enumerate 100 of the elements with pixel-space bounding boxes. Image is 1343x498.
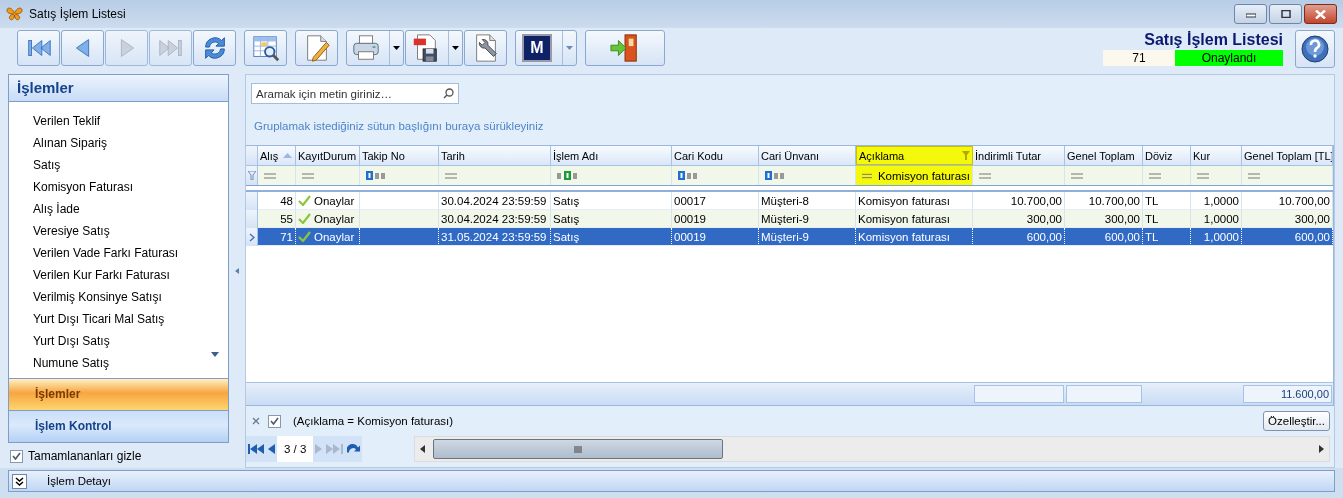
navigation-group-button[interactable]: İşlemler — [9, 378, 229, 410]
table-search-button[interactable] — [244, 30, 287, 66]
sidebar-item[interactable]: Alış İade — [9, 198, 229, 220]
column-header[interactable]: Takip No — [360, 146, 439, 165]
maximize-icon — [1280, 10, 1291, 18]
funnel-icon — [962, 151, 970, 160]
help-icon — [1301, 35, 1329, 63]
text-filter-icon — [557, 171, 579, 180]
previous-button[interactable] — [61, 30, 104, 66]
filter-cell[interactable]: Komisyon faturası — [856, 166, 973, 185]
caret-icon — [393, 46, 400, 50]
scroll-left-icon — [420, 445, 426, 453]
checkbox-label: Tamamlananları gizle — [28, 449, 142, 463]
window-title: Satış İşlem Listesi — [29, 7, 126, 21]
equals-icon — [862, 172, 872, 179]
column-header[interactable]: Tarih — [439, 146, 551, 165]
checkbox[interactable] — [10, 449, 23, 463]
table-row[interactable]: 55 Onaylar 30.04.2024 23:59:59 Satış 00019 Müşteri-9 Komisyon faturası 300,00 300,00 TL 1,0000 300,00 — [246, 210, 1333, 228]
column-header[interactable]: Cari Kodu — [672, 146, 759, 165]
edit-button[interactable] — [295, 30, 338, 66]
close-button[interactable] — [1304, 4, 1337, 24]
close-icon — [252, 417, 260, 425]
sidebar-item[interactable]: Alınan Sipariş — [9, 132, 229, 154]
redo-icon — [347, 444, 361, 454]
table-cell: 600,00 — [973, 228, 1065, 246]
sort-arrow-icon — [283, 153, 293, 158]
equals-icon — [302, 172, 314, 179]
equals-icon — [979, 172, 991, 179]
summary-value: 11.600,00 — [1243, 385, 1332, 403]
scroll-right-icon — [1319, 445, 1324, 453]
sidebar-item[interactable]: Verilmiş Konsinye Satışı — [9, 286, 229, 308]
panel-title: İşlem Detayı — [47, 475, 111, 487]
table-search-icon — [250, 33, 281, 63]
filter-row-icon — [247, 171, 256, 180]
column-header[interactable]: İşlem Adı — [551, 146, 672, 165]
pdf-export-button[interactable] — [405, 30, 463, 66]
column-header[interactable]: Açıklama — [856, 146, 973, 165]
status-text: Onaylar — [314, 211, 355, 227]
table-row[interactable]: 71 Onaylar 31.05.2024 23:59:59 Satış 00019 Müşteri-9 Komisyon faturası 600,00 600,00 TL 1,0000 600,00 — [246, 228, 1333, 246]
scroll-down-icon — [211, 352, 220, 357]
sidebar-item[interactable]: Yurt Dışı Ticari Mal Satış — [9, 308, 229, 330]
first-button[interactable] — [17, 30, 60, 66]
sidebar-item[interactable]: Yurt Dışı Satış — [9, 330, 229, 352]
record-position: 3 / 3 — [277, 436, 314, 462]
row-indicator-icon — [248, 232, 255, 242]
first-icon — [248, 444, 264, 454]
sidebar-item[interactable]: Satış — [9, 154, 229, 176]
equals-icon — [1248, 172, 1260, 179]
butterfly-icon — [6, 6, 23, 22]
search-icon — [443, 88, 454, 99]
close-icon — [1315, 9, 1326, 19]
table-cell: 31.05.2024 23:59:59 — [439, 228, 551, 246]
print-button[interactable] — [346, 30, 404, 66]
previous-icon — [268, 444, 275, 454]
sidebar-item[interactable]: Numune Satış — [9, 352, 229, 374]
table-cell: TL — [1143, 228, 1191, 246]
checkbox[interactable] — [268, 414, 281, 428]
sidebar-item[interactable]: Verilen Kur Farkı Faturası — [9, 264, 229, 286]
equals-icon — [1071, 172, 1083, 179]
collapse-left-icon — [235, 268, 240, 274]
filter-expression: (Açıklama = Komisyon faturası) — [293, 415, 454, 427]
table-cell: 600,00 — [1065, 228, 1143, 246]
horizontal-scrollbar[interactable] — [414, 436, 1330, 462]
maximize-button[interactable] — [1269, 4, 1302, 24]
exit-button[interactable] — [585, 30, 665, 66]
equals-icon — [264, 172, 276, 179]
navigation-group-button[interactable]: İşlem Kontrol — [9, 410, 229, 442]
table-cell: 00019 — [672, 228, 759, 246]
check-icon — [12, 452, 21, 460]
status-text: Onaylar — [314, 193, 355, 209]
sidebar-item[interactable]: Verilen Teklif — [9, 110, 229, 132]
row-indicator[interactable] — [246, 228, 258, 246]
column-header[interactable]: KayıtDurum — [296, 146, 360, 165]
customize-button[interactable]: Özelleştir... — [1263, 411, 1330, 431]
refresh-button[interactable] — [193, 30, 236, 66]
equals-icon — [1197, 172, 1209, 179]
record-number: 71 — [1103, 50, 1175, 66]
text-filter-icon — [366, 171, 388, 180]
expand-button[interactable] — [12, 473, 27, 489]
column-header[interactable]: Kur — [1191, 146, 1242, 165]
equals-icon — [1149, 172, 1161, 179]
chevron-down-icon — [15, 476, 24, 486]
sidebar-item[interactable]: Veresiye Satış — [9, 220, 229, 242]
search-field[interactable]: Aramak için metin giriniz… — [251, 83, 459, 104]
document-settings-button[interactable] — [464, 30, 507, 66]
caret-icon — [566, 46, 573, 50]
minimize-icon — [1245, 10, 1256, 18]
table-cell: Müşteri-9 — [759, 228, 856, 246]
column-header[interactable]: Genel Toplam — [1065, 146, 1143, 165]
check-icon — [270, 417, 279, 425]
sidebar-item[interactable]: Verilen Vade Farkı Faturası — [9, 242, 229, 264]
column-header[interactable]: Alış — [258, 146, 296, 165]
help-button[interactable] — [1295, 30, 1335, 68]
table-cell: 71 — [258, 228, 296, 246]
letter-button[interactable]: M — [515, 30, 577, 66]
column-header[interactable]: Döviz — [1143, 146, 1191, 165]
group-panel-hint: Gruplamak istediğiniz sütun başlığını buraya sürükleyiniz — [253, 119, 545, 134]
column-header[interactable]: İndirimli Tutar — [973, 146, 1065, 165]
sidebar-item[interactable]: Komisyon Faturası — [9, 176, 229, 198]
table-cell: 1,0000 — [1191, 228, 1242, 246]
